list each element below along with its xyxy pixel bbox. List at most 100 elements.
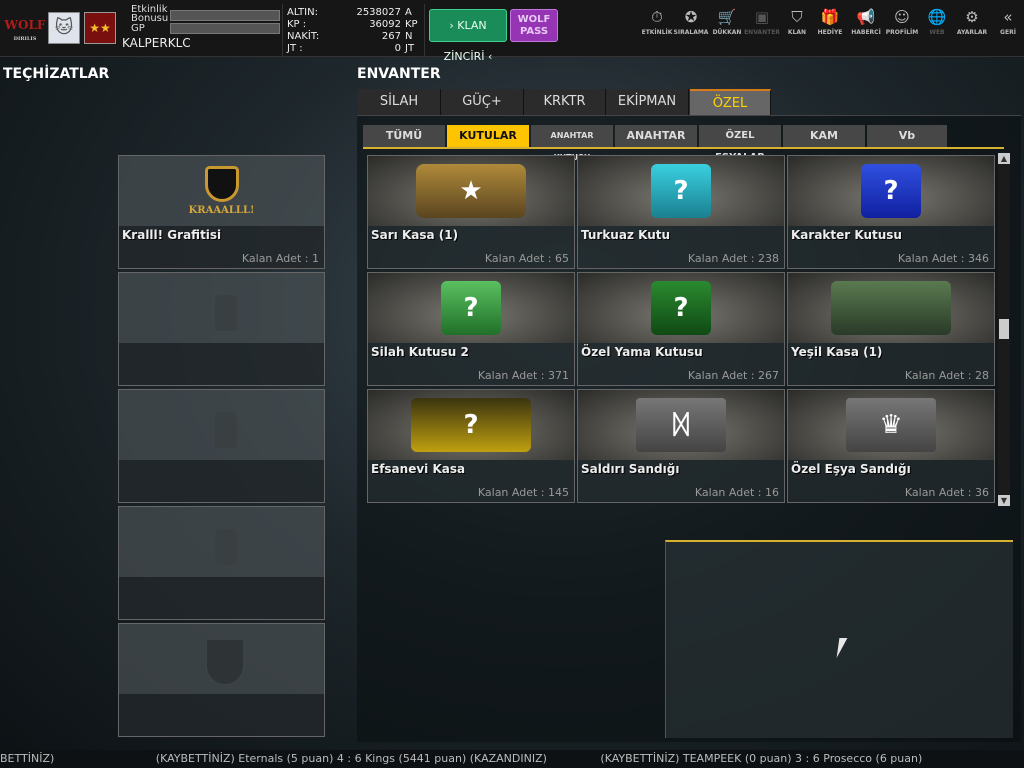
nav-label: HEDİYE	[817, 29, 843, 36]
tab[interactable]: SİLAH	[358, 89, 441, 115]
item-count: Kalan Adet : 28	[904, 369, 989, 382]
stat-unit: JT	[405, 43, 415, 54]
wolf-pass-button[interactable]: WOLF PASS	[510, 9, 558, 42]
event-bonus-bar	[170, 10, 280, 21]
nav-button[interactable]: 📢 HABERCİ	[848, 8, 884, 36]
match-results-ticker: BETTİNİZ) (KAYBETTİNİZ) Eternals (5 puan…	[0, 750, 1024, 768]
item-name: Turkuaz Kutu	[581, 228, 671, 242]
ticker-item: (KAYBETTİNİZ) TEAMPEEK (0 puan) 3 : 6 Pr…	[600, 752, 923, 765]
equipment-slot-empty[interactable]	[118, 389, 325, 503]
stat-label: NAKİT:	[287, 31, 320, 42]
nav-button[interactable]: 🎁 HEDİYE	[812, 8, 848, 36]
inventory-item[interactable]: ? Silah Kutusu 2 Kalan Adet : 371	[367, 272, 575, 386]
subtab[interactable]: ÖZEL EŞYALAR	[699, 125, 781, 163]
stat-unit: N	[405, 31, 413, 42]
nav-icon: «	[1003, 8, 1013, 26]
nav-icon: ▣	[754, 8, 770, 26]
tab[interactable]: ÖZEL	[690, 89, 771, 115]
nav-icon: 🌐	[927, 8, 947, 26]
nav-label: DÜKKAN	[712, 29, 742, 36]
nav-label: HABERCİ	[851, 29, 881, 36]
subtab-underline	[363, 147, 1004, 149]
nav-label: GERİ	[1000, 29, 1016, 36]
inventory-item[interactable]: Yeşil Kasa (1) Kalan Adet : 28	[787, 272, 995, 386]
shield-icon	[205, 638, 245, 686]
scroll-down-icon[interactable]: ▼	[998, 495, 1010, 506]
item-box-icon: ?	[651, 281, 711, 335]
inventory-item[interactable]: ? Özel Yama Kutusu Kalan Adet : 267	[577, 272, 785, 386]
gp-label: GP	[131, 23, 145, 34]
inventory-item[interactable]: ★ Sarı Kasa (1) Kalan Adet : 65	[367, 155, 575, 269]
subtab[interactable]: KAM	[783, 125, 865, 147]
item-image: ?	[578, 273, 784, 343]
spray-can-icon	[215, 412, 237, 448]
graffiti-image: KRAAALLL!	[119, 156, 324, 226]
item-name: Yeşil Kasa (1)	[791, 345, 883, 359]
klan-chain-button[interactable]: › KLAN ZİNCİRİ ‹	[429, 9, 507, 63]
nav-button[interactable]: 🌐 WEB	[919, 8, 955, 36]
item-box-icon: ?	[861, 164, 921, 218]
nav-button[interactable]: ⏱ ETKİNLİK	[639, 8, 675, 36]
item-image: ?	[578, 156, 784, 226]
equipment-slot-empty[interactable]	[118, 506, 325, 620]
scrollbar[interactable]: ▲ ▼	[998, 153, 1010, 506]
scroll-thumb[interactable]	[999, 319, 1009, 339]
subtab[interactable]: Vb	[867, 125, 947, 147]
nav-label: ETKİNLİK	[641, 29, 673, 36]
nav-button[interactable]: ✪ SIRALAMA	[673, 8, 709, 36]
nav-button[interactable]: « GERİ	[990, 8, 1024, 36]
item-name: Özel Yama Kutusu	[581, 345, 703, 359]
slot-count: Kalan Adet : 1	[241, 252, 319, 265]
nav-button[interactable]: ⛉ KLAN	[779, 8, 815, 36]
slot-name: Kralll! Grafitisi	[122, 228, 222, 242]
stat-unit: KP	[405, 19, 418, 30]
item-count: Kalan Adet : 145	[477, 486, 569, 499]
item-count: Kalan Adet : 16	[694, 486, 779, 499]
equipment-slot-graffiti[interactable]: KRAAALLL! Kralll! Grafitisi Kalan Adet :…	[118, 155, 325, 269]
logo-text: WOLF	[4, 18, 46, 32]
equipment-slot-empty[interactable]	[118, 272, 325, 386]
nav-icon: ⏱	[651, 8, 663, 26]
item-name: Efsanevi Kasa	[371, 462, 466, 476]
nav-button[interactable]: 🛒 DÜKKAN	[709, 8, 745, 36]
subtab[interactable]: KUTULAR	[447, 125, 529, 147]
item-box-icon: ♛	[846, 398, 936, 452]
equipment-slot-empty[interactable]	[118, 623, 325, 737]
nav-button[interactable]: ▣ ENVANTER	[744, 8, 780, 36]
scroll-up-icon[interactable]: ▲	[998, 153, 1010, 164]
inventory-item[interactable]: ᛞ Saldırı Sandığı Kalan Adet : 16	[577, 389, 785, 503]
nav-button[interactable]: ☺ PROFİLİM	[884, 8, 920, 36]
tab[interactable]: EKİPMAN	[606, 89, 689, 115]
item-image: ᛞ	[578, 390, 784, 460]
tab[interactable]: KRKTR	[524, 89, 606, 115]
event-bonus-label: Etkinlik Bonusu	[131, 4, 169, 24]
stat-value: 0	[394, 43, 401, 54]
game-logo: WOLF DIRILIS	[4, 12, 46, 42]
username: KALPERKLC	[122, 36, 191, 50]
inventory-item[interactable]: ? Efsanevi Kasa Kalan Adet : 145	[367, 389, 575, 503]
nav-label: PROFİLİM	[885, 29, 919, 36]
crest-icon	[204, 166, 239, 202]
gp-bar	[170, 23, 280, 34]
nav-button[interactable]: ⚙ AYARLAR	[954, 8, 990, 36]
logo-subtext: DIRILIS	[13, 36, 37, 42]
nav-icon: ⚙	[965, 8, 979, 26]
item-image: ?	[788, 156, 994, 226]
inventory-item[interactable]: ? Turkuaz Kutu Kalan Adet : 238	[577, 155, 785, 269]
item-count: Kalan Adet : 65	[484, 252, 569, 265]
item-image: ?	[368, 390, 574, 460]
subtab[interactable]: TÜMÜ	[363, 125, 445, 147]
item-box-icon: ?	[651, 164, 711, 218]
subtab[interactable]: ANAHTAR	[615, 125, 697, 147]
ticker-item: BETTİNİZ)	[0, 752, 55, 765]
item-image: ★	[368, 156, 574, 226]
item-box-icon: ★	[416, 164, 526, 218]
inventory-item[interactable]: ? Karakter Kutusu Kalan Adet : 346	[787, 155, 995, 269]
item-count: Kalan Adet : 371	[477, 369, 569, 382]
subtab[interactable]: ANAHTAR KUTUSU	[531, 125, 613, 162]
nav-icon: 🛒	[717, 8, 737, 26]
avatar[interactable]: 🐱	[48, 12, 80, 44]
nav-label: WEB	[929, 29, 945, 36]
tab[interactable]: GÜÇ+	[441, 89, 524, 115]
inventory-item[interactable]: ♛ Özel Eşya Sandığı Kalan Adet : 36	[787, 389, 995, 503]
